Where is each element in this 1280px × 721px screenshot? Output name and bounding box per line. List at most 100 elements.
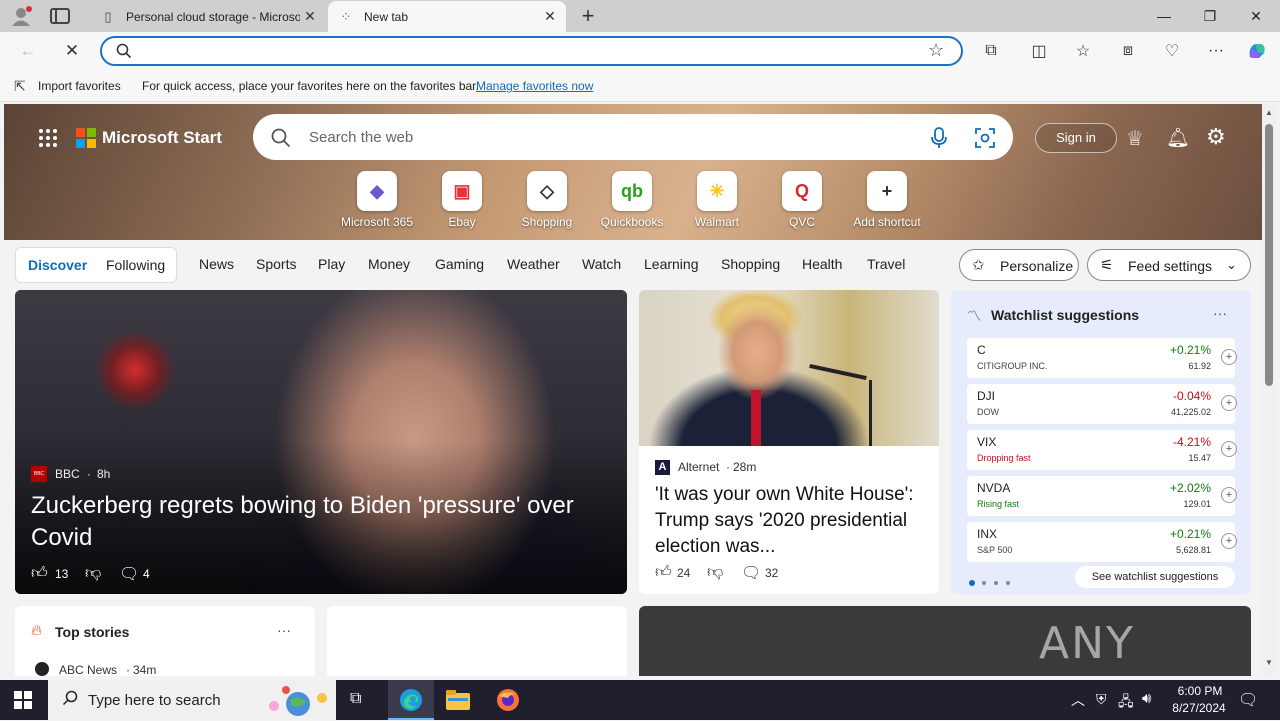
nav-tab-money[interactable]: Money: [368, 256, 410, 272]
like-icon[interactable]: 👍︎: [31, 564, 48, 583]
extensions-icon[interactable]: ⧉: [978, 39, 1004, 63]
notification-center-icon[interactable]: 🗨︎: [1238, 690, 1258, 710]
page-scrollbar[interactable]: ▲ ▼: [1262, 104, 1276, 676]
close-window-button[interactable]: ✕: [1233, 0, 1279, 32]
second-story-card[interactable]: A Alternet · 28m 'It was your own White …: [639, 290, 939, 594]
nav-tab-play[interactable]: Play: [318, 256, 345, 272]
add-to-watchlist-icon[interactable]: +: [1221, 349, 1237, 365]
tab-onedrive[interactable]: ▯ Personal cloud storage - Microsof ✕: [90, 1, 326, 32]
split-screen-icon[interactable]: ◫: [1026, 39, 1052, 63]
new-tab-button[interactable]: +: [576, 2, 600, 30]
nav-tab-sports[interactable]: Sports: [256, 256, 296, 272]
watchlist-row[interactable]: VIX Dropping fast -4.21% 15.47 +: [967, 430, 1237, 470]
sign-in-button[interactable]: Sign in: [1035, 123, 1117, 153]
tab-new-tab[interactable]: ⁘ New tab ✕: [328, 1, 566, 32]
watchlist-row[interactable]: C CITIGROUP INC. +0.21% 61.92 +: [967, 338, 1237, 378]
settings-gear-icon[interactable]: ⚙: [1206, 124, 1226, 150]
dislike-icon[interactable]: 👎︎: [707, 563, 723, 582]
back-icon[interactable]: ←: [14, 38, 42, 64]
manage-favorites-link[interactable]: Manage favorites now: [476, 79, 593, 93]
nav-tab-health[interactable]: Health: [802, 256, 842, 272]
clock-time[interactable]: 6:00 PM: [1172, 684, 1228, 698]
add-to-watchlist-icon[interactable]: +: [1221, 487, 1237, 503]
shortcut-tile[interactable]: + Add shortcut: [845, 171, 929, 229]
main-story-card[interactable]: BBC BBC · 8h Zuckerberg regrets bowing t…: [15, 290, 627, 594]
watchlist-row[interactable]: NVDA Rising fast +2.02% 129.01 +: [967, 476, 1237, 516]
shortcut-tile[interactable]: ▣ Ebay: [420, 171, 504, 229]
add-to-watchlist-icon[interactable]: +: [1221, 533, 1237, 549]
nav-tab-watch[interactable]: Watch: [582, 256, 621, 272]
favorites-icon[interactable]: ☆: [1070, 39, 1096, 63]
firefox-icon[interactable]: [496, 688, 520, 717]
personalize-button[interactable]: ✩ Personalize: [959, 249, 1079, 281]
scroll-up-icon[interactable]: ▲: [1265, 108, 1273, 117]
app-launcher-icon[interactable]: [38, 128, 58, 148]
security-icon[interactable]: ⛨: [1096, 691, 1107, 708]
story-source[interactable]: ABC News: [59, 663, 117, 676]
show-hidden-icons[interactable]: ︿: [1071, 690, 1085, 710]
story-source[interactable]: BBC: [55, 467, 80, 481]
notifications-icon[interactable]: 🔔︎: [1166, 126, 1190, 150]
shortcut-tile[interactable]: ◆ Microsoft 365: [335, 171, 419, 229]
close-tab-icon[interactable]: ✕: [300, 8, 320, 25]
like-icon[interactable]: 👍︎: [655, 563, 672, 582]
story-headline[interactable]: Zuckerberg regrets bowing to Biden 'pres…: [31, 490, 611, 554]
scroll-down-icon[interactable]: ▼: [1265, 658, 1273, 667]
add-to-watchlist-icon[interactable]: +: [1221, 395, 1237, 411]
taskbar-edge-active[interactable]: [388, 680, 434, 720]
copilot-icon[interactable]: [1244, 39, 1270, 63]
nav-tab-weather[interactable]: Weather: [507, 256, 560, 272]
nav-tab-shopping[interactable]: Shopping: [721, 256, 780, 272]
volume-icon[interactable]: 🔊︎: [1142, 690, 1151, 707]
watchlist-title[interactable]: Watchlist suggestions: [991, 307, 1139, 323]
feed-settings-button[interactable]: ⚟ Feed settings ⌄: [1087, 249, 1251, 281]
profile-icon[interactable]: [10, 6, 32, 26]
web-search-box[interactable]: Search the web: [253, 114, 1013, 160]
see-watchlist-button[interactable]: See watchlist suggestions: [1075, 566, 1235, 588]
nav-tab-learning[interactable]: Learning: [644, 256, 699, 272]
video-card[interactable]: ANY RUN: [639, 606, 1251, 676]
favorite-star-icon[interactable]: ☆: [928, 40, 944, 61]
dislike-icon[interactable]: 👎︎: [85, 564, 101, 583]
shortcut-tile[interactable]: ◇ Shopping: [505, 171, 589, 229]
import-favorites-button[interactable]: Import favorites: [38, 79, 121, 93]
address-bar[interactable]: ☆: [100, 36, 963, 66]
comment-icon[interactable]: 🗨︎: [119, 564, 139, 584]
add-to-watchlist-icon[interactable]: +: [1221, 441, 1237, 457]
clock-date[interactable]: 8/27/2024: [1164, 701, 1234, 715]
shortcut-tile[interactable]: qb Quickbooks: [590, 171, 674, 229]
browser-essentials-icon[interactable]: ♡: [1159, 39, 1185, 63]
restore-button[interactable]: ❐: [1187, 0, 1233, 32]
story-source[interactable]: Alternet: [678, 460, 719, 474]
more-options-icon[interactable]: ···: [1213, 305, 1227, 321]
start-icon[interactable]: [14, 691, 32, 714]
settings-menu-icon[interactable]: ···: [1203, 39, 1229, 63]
address-input[interactable]: [138, 42, 918, 62]
scrollbar-thumb[interactable]: [1265, 124, 1273, 386]
tab-actions-icon[interactable]: [50, 8, 70, 24]
network-icon[interactable]: 🖧︎: [1118, 691, 1134, 715]
shortcut-tile[interactable]: Q QVC: [760, 171, 844, 229]
file-explorer-icon[interactable]: [446, 690, 470, 715]
rewards-icon[interactable]: ♕: [1126, 126, 1144, 151]
story-headline[interactable]: 'It was your own White House': Trump say…: [655, 482, 927, 560]
watchlist-row[interactable]: DJI DOW -0.04% 41,225.02 +: [967, 384, 1237, 424]
comment-icon[interactable]: 🗨︎: [741, 563, 761, 583]
collections-icon[interactable]: ⧈: [1115, 39, 1141, 63]
close-tab-icon[interactable]: ✕: [540, 8, 560, 25]
watchlist-row[interactable]: INX S&P 500 +0.21% 5,628.81 +: [967, 522, 1237, 562]
stop-loading-icon[interactable]: ✕: [58, 38, 86, 64]
shortcut-tile[interactable]: ✳ Walmart: [675, 171, 759, 229]
top-stories-title[interactable]: Top stories: [55, 624, 129, 640]
visual-search-icon[interactable]: [974, 127, 996, 154]
more-options-icon[interactable]: ···: [277, 622, 291, 638]
taskbar-search[interactable]: Type here to search: [48, 680, 336, 720]
tab-following[interactable]: Following: [106, 257, 165, 273]
nav-tab-news[interactable]: News: [199, 256, 234, 272]
task-view-icon[interactable]: ⧉: [350, 690, 361, 708]
minimize-button[interactable]: —: [1141, 0, 1187, 32]
nav-tab-gaming[interactable]: Gaming: [435, 256, 484, 272]
microphone-icon[interactable]: [929, 127, 949, 154]
brand-title[interactable]: Microsoft Start: [102, 128, 222, 148]
nav-tab-travel[interactable]: Travel: [867, 256, 905, 272]
